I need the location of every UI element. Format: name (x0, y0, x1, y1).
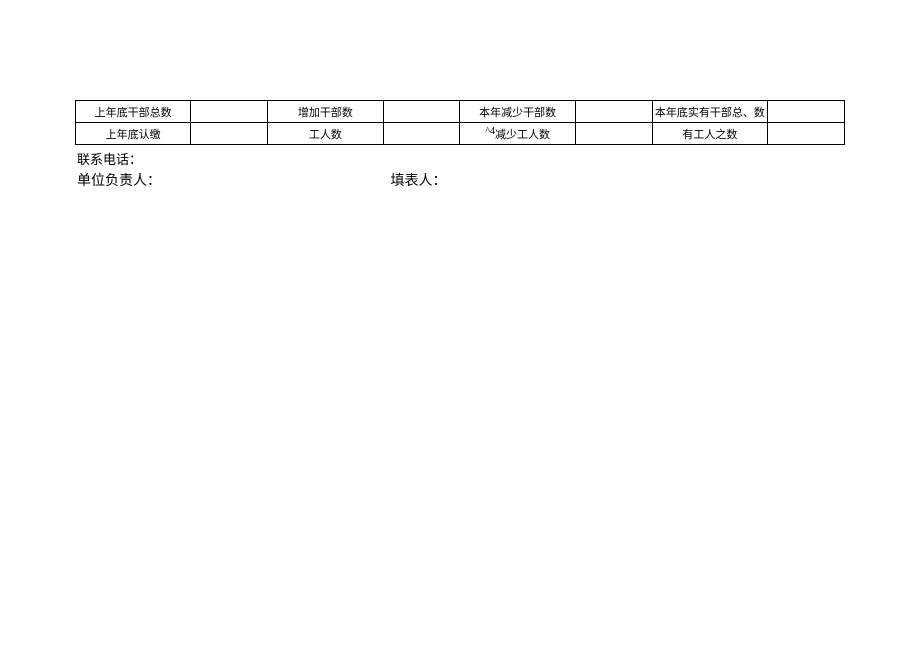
cell-decrease-worker-value (575, 123, 652, 145)
cell-last-year-cadre-label: 上年底干部总数 (76, 101, 191, 123)
superscript-mark: ^4 (485, 126, 495, 137)
table-row: 上年底认缴 工人数 ^4减少工人数 有工人之数 (76, 123, 845, 145)
cell-last-year-subscribed-value (191, 123, 268, 145)
contact-phone-label: 联系电话： (77, 152, 142, 167)
cell-last-year-cadre-value (191, 101, 268, 123)
cell-worker-count-label: 工人数 (268, 123, 383, 145)
cell-year-end-cadre-value (768, 101, 845, 123)
signature-line: 单位负责人： 填表人： (75, 170, 845, 190)
table-row: 上年底干部总数 增加干部数 本年减少干部数 本年底实有干部总、数 (76, 101, 845, 123)
cell-last-year-subscribed-label: 上年底认缴 (76, 123, 191, 145)
cell-has-worker-value (768, 123, 845, 145)
cell-year-end-cadre-label: 本年底实有干部总、数 (652, 101, 767, 123)
cell-decrease-worker-label: ^4减少工人数 (460, 123, 575, 145)
cell-worker-count-value (383, 123, 460, 145)
cell-has-worker-label: 有工人之数 (652, 123, 767, 145)
personnel-table: 上年底干部总数 增加干部数 本年减少干部数 本年底实有干部总、数 上年底认缴 工… (75, 100, 845, 145)
form-filler-label: 填表人： (391, 170, 447, 190)
cell-increase-cadre-label: 增加干部数 (268, 101, 383, 123)
document-container: 上年底干部总数 增加干部数 本年减少干部数 本年底实有干部总、数 上年底认缴 工… (0, 0, 920, 190)
decrease-worker-text: 减少工人数 (495, 129, 550, 141)
responsible-person-label: 单位负责人： (77, 170, 387, 190)
cell-decrease-cadre-label: 本年减少干部数 (460, 101, 575, 123)
contact-phone-line: 联系电话： (75, 149, 845, 168)
cell-increase-cadre-value (383, 101, 460, 123)
cell-decrease-cadre-value (575, 101, 652, 123)
